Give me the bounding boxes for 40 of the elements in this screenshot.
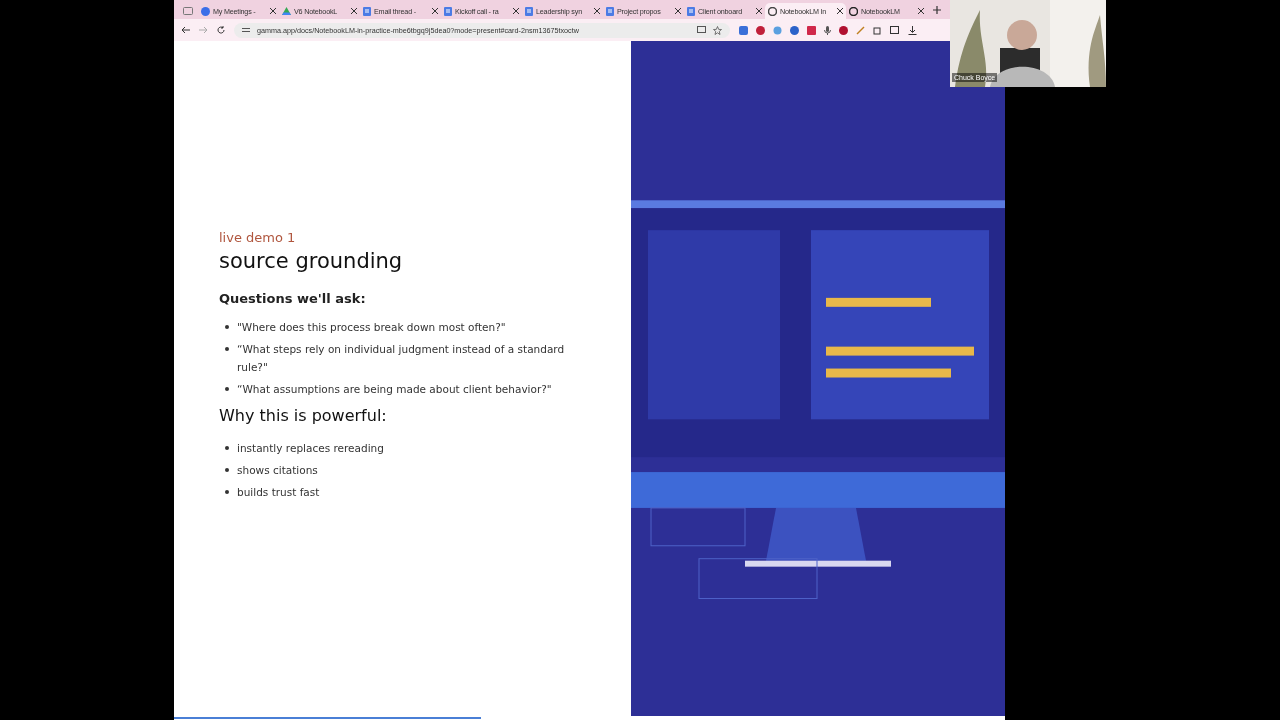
reload-icon[interactable] [217, 26, 225, 34]
close-icon[interactable] [675, 8, 681, 14]
g-icon [768, 6, 777, 16]
microphone-icon[interactable] [824, 25, 831, 35]
bullet-text: shows citations [237, 463, 318, 478]
close-icon[interactable] [837, 8, 843, 14]
document-icon [525, 6, 533, 16]
site-info-icon[interactable] [242, 27, 250, 33]
slide-eyebrow: live demo 1 [219, 230, 297, 245]
bullet-text: "Where does this process break down most often?" [237, 320, 506, 335]
download-icon[interactable] [908, 25, 917, 35]
tab-search-icon[interactable] [890, 25, 900, 35]
extension-icon[interactable] [839, 25, 848, 35]
close-icon[interactable] [513, 8, 519, 14]
new-tab-icon[interactable] [933, 5, 941, 14]
install-icon[interactable] [697, 26, 706, 34]
document-icon [444, 6, 452, 16]
document-icon [687, 6, 695, 16]
close-icon[interactable] [756, 8, 762, 14]
triangle-icon [282, 7, 291, 15]
bullet-text: “What assumptions are being made about client behavior?" [237, 382, 552, 397]
section-heading: Why this is powerful: [219, 406, 388, 425]
close-icon[interactable] [918, 8, 924, 14]
slide-title: source grounding [219, 249, 404, 273]
document-icon [363, 6, 371, 16]
bullet-text: instantly replaces rereading [237, 441, 384, 456]
tab-group-icon [183, 7, 193, 15]
back-icon[interactable] [181, 26, 190, 34]
document-icon [606, 6, 614, 16]
close-icon[interactable] [270, 8, 276, 14]
bullet-text: “What steps rely on individual judgment instead of a standard rule?" [237, 342, 566, 375]
bullet-text: builds trust fast [237, 485, 320, 500]
section-heading: Questions we'll ask: [219, 291, 367, 306]
pencil-icon[interactable] [856, 25, 865, 35]
close-icon[interactable] [351, 8, 357, 14]
meeting-icon [201, 6, 210, 16]
star-icon[interactable] [713, 25, 722, 35]
close-icon[interactable] [594, 8, 600, 14]
knot-icon [849, 6, 858, 16]
close-icon[interactable] [432, 8, 438, 14]
